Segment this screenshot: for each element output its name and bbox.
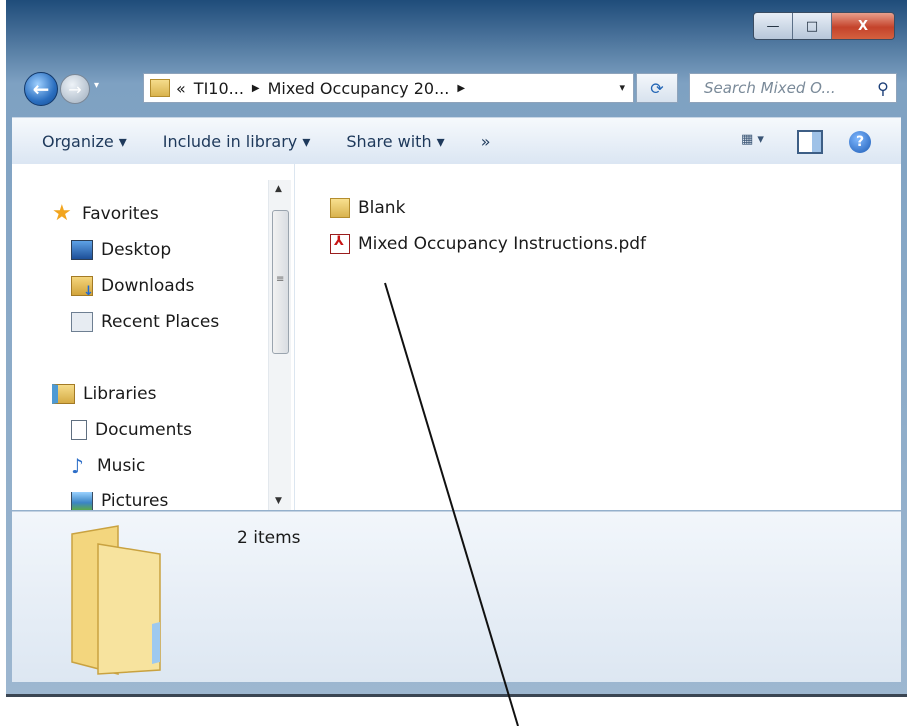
desktop-icon — [71, 240, 93, 260]
nav-libraries[interactable]: Libraries — [52, 384, 156, 404]
address-overflow[interactable]: « — [176, 79, 186, 98]
scroll-down-icon[interactable]: ▼ — [275, 496, 282, 506]
nav-documents[interactable]: Documents — [71, 420, 192, 440]
details-pane: 2 items — [12, 511, 901, 682]
nav-music[interactable]: ♪ Music — [71, 456, 145, 476]
breadcrumb-separator[interactable]: ▶ — [252, 83, 260, 94]
address-bar[interactable]: « TI10... ▶ Mixed Occupancy 20... ▶ ▾ — [143, 73, 634, 103]
help-icon[interactable]: ? — [849, 131, 871, 153]
navigation-scrollbar[interactable]: ▲ ≡ ▼ — [268, 180, 291, 510]
refresh-icon: ⟳ — [650, 78, 664, 98]
nav-pictures[interactable]: Pictures — [71, 492, 168, 510]
nav-downloads[interactable]: Downloads — [71, 276, 195, 299]
more-commands-button[interactable]: » — [481, 132, 491, 151]
forward-button[interactable]: → — [60, 74, 90, 104]
command-bar: Organize ▾ Include in library ▾ Share wi… — [12, 117, 901, 164]
nav-label: Desktop — [101, 240, 172, 260]
organize-menu[interactable]: Organize ▾ — [42, 132, 127, 151]
nav-label: Downloads — [101, 276, 195, 296]
title-bar: — □ X — [6, 0, 907, 60]
pictures-icon — [71, 492, 93, 510]
nav-label: Libraries — [83, 384, 157, 404]
scroll-up-icon[interactable]: ▲ — [275, 184, 282, 194]
item-count: 2 items — [237, 528, 301, 548]
forward-arrow-icon: → — [68, 79, 82, 99]
minimize-button[interactable]: — — [754, 13, 793, 39]
folder-icon — [330, 198, 350, 218]
breadcrumb-segment-2[interactable]: Mixed Occupancy 20... — [268, 79, 450, 98]
include-in-library-menu[interactable]: Include in library ▾ — [163, 132, 311, 151]
address-dropdown[interactable]: ▾ — [619, 81, 625, 94]
file-list: Blank Mixed Occupancy Instructions.pdf — [295, 164, 901, 510]
breadcrumb-segment-1[interactable]: TI10... — [194, 79, 244, 98]
music-icon: ♪ — [71, 454, 84, 478]
navigation-pane: ★ Favorites Desktop Downloads Recent Pla… — [12, 164, 295, 510]
file-name: Mixed Occupancy Instructions.pdf — [358, 234, 647, 254]
preview-pane-icon[interactable] — [797, 130, 823, 154]
libraries-icon — [52, 384, 75, 404]
search-icon[interactable]: ⚲ — [870, 79, 896, 98]
navigation-row: ← → ▾ « TI10... ▶ Mixed Occupancy 20... … — [6, 68, 907, 108]
file-name: Blank — [358, 198, 406, 218]
explorer-window: — □ X ← → ▾ « TI10... ▶ Mixed Occupancy … — [6, 0, 907, 697]
file-item-pdf[interactable]: Mixed Occupancy Instructions.pdf — [330, 234, 646, 254]
large-folder-icon — [71, 525, 161, 675]
nav-label: Music — [97, 456, 146, 476]
close-button[interactable]: X — [832, 13, 894, 39]
back-arrow-icon: ← — [32, 77, 50, 101]
command-icons: ▦ ▾ ? — [741, 130, 871, 154]
maximize-button[interactable]: □ — [793, 13, 832, 39]
search-input[interactable]: Search Mixed O... — [690, 79, 870, 97]
change-view-icon[interactable]: ▦ ▾ — [741, 132, 771, 152]
documents-icon — [71, 420, 87, 440]
star-icon: ★ — [52, 201, 72, 226]
nav-label: Recent Places — [101, 312, 220, 332]
pdf-icon — [330, 234, 350, 254]
breadcrumb-separator[interactable]: ▶ — [457, 83, 465, 94]
nav-favorites[interactable]: ★ Favorites — [52, 201, 159, 226]
back-button[interactable]: ← — [24, 72, 58, 106]
refresh-button[interactable]: ⟳ — [636, 73, 678, 103]
nav-label: Pictures — [101, 492, 169, 510]
nav-recent-places[interactable]: Recent Places — [71, 312, 219, 332]
file-item-blank[interactable]: Blank — [330, 198, 405, 218]
folder-icon — [150, 79, 170, 97]
nav-label: Favorites — [82, 204, 159, 224]
nav-label: Documents — [95, 420, 192, 440]
recent-places-icon — [71, 312, 93, 332]
caption-buttons: — □ X — [753, 12, 895, 40]
search-box[interactable]: Search Mixed O... ⚲ — [689, 73, 897, 103]
scrollbar-grip-icon: ≡ — [276, 274, 285, 285]
nav-desktop[interactable]: Desktop — [71, 240, 171, 260]
downloads-folder-icon — [71, 276, 94, 299]
recent-locations-dropdown[interactable]: ▾ — [94, 80, 99, 91]
share-with-menu[interactable]: Share with ▾ — [346, 132, 444, 151]
